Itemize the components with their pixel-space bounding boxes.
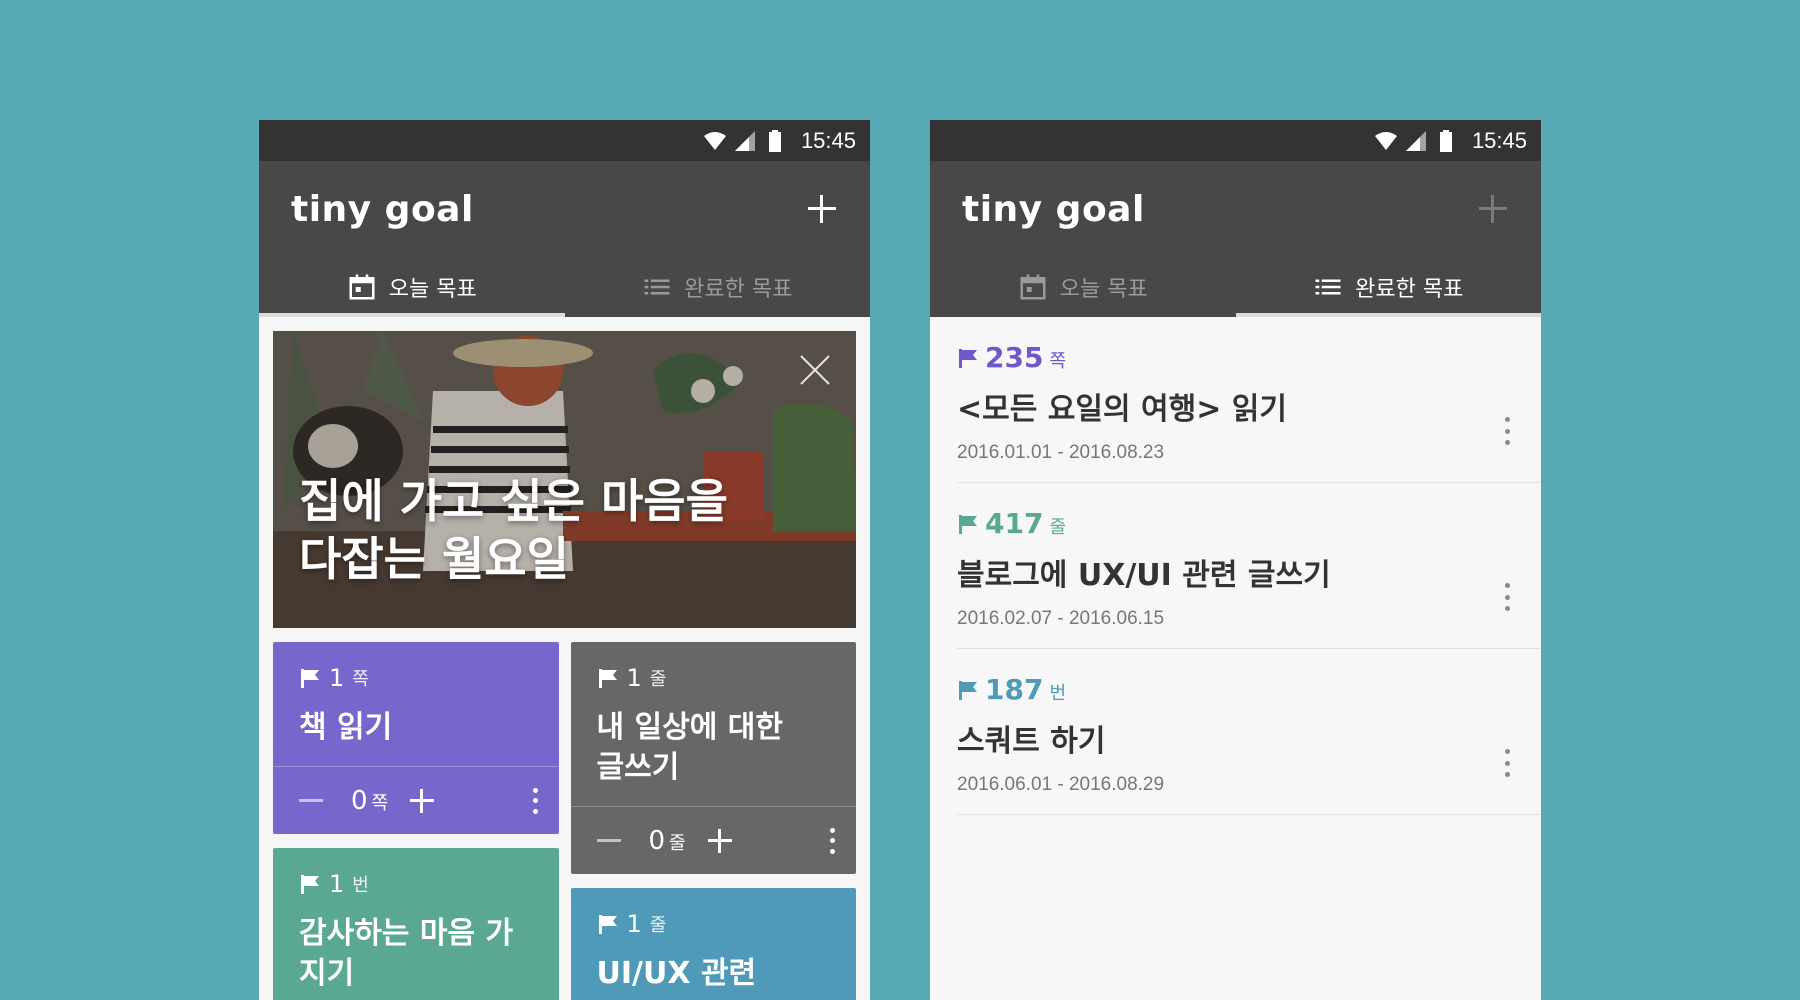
list-item[interactable]: 417 줄 블로그에 UX/UI 관련 글쓰기 2016.02.07 - 201… xyxy=(957,483,1541,649)
status-time: 15:45 xyxy=(800,127,856,153)
more-options-icon[interactable] xyxy=(1505,583,1511,611)
flag-icon xyxy=(598,669,617,688)
app-title: tiny goal xyxy=(291,188,474,230)
daily-quote-text: 집에 가고 싶은 마음을 다잡는 월요일 xyxy=(299,474,728,586)
goal-target: 1 번 xyxy=(299,870,533,898)
wifi-icon xyxy=(703,131,726,150)
more-options-icon[interactable] xyxy=(532,787,539,814)
flag-icon xyxy=(301,669,319,688)
tab-completed-goals[interactable]: 완료한 목표 xyxy=(565,257,871,317)
goal-target: 417 줄 xyxy=(957,507,1541,540)
goal-column: 1 줄 내 일상에 대한 글쓰기 0 줄 1 줄 UI/UX 관련 xyxy=(570,642,856,1000)
increment-button[interactable] xyxy=(707,828,732,853)
list-icon xyxy=(1315,279,1341,295)
goal-title: UI/UX 관련 xyxy=(596,956,757,991)
tab-today-goals[interactable]: 오늘 목표 xyxy=(930,257,1236,317)
app-bar: tiny goal xyxy=(930,161,1541,257)
tab-completed-goals[interactable]: 완료한 목표 xyxy=(1235,257,1542,317)
completed-goals-list: 235 쪽 <모든 요일의 여행> 읽기 2016.01.01 - 2016.0… xyxy=(930,317,1541,1000)
goal-date-range: 2016.02.07 - 2016.06.15 xyxy=(957,608,1165,629)
calendar-icon xyxy=(1020,274,1046,300)
goal-target: 235 쪽 xyxy=(957,341,1541,374)
status-time: 15:45 xyxy=(1471,127,1527,153)
flag-icon xyxy=(301,875,319,894)
battery-icon xyxy=(1439,129,1452,152)
battery-icon xyxy=(768,129,781,152)
goal-counter: 0 쪽 xyxy=(273,766,559,834)
goal-date-range: 2016.01.01 - 2016.08.23 xyxy=(957,442,1165,463)
increment-button[interactable] xyxy=(410,788,435,813)
goal-title: 블로그에 UX/UI 관련 글쓰기 xyxy=(957,558,1331,593)
phone-completed-screen: 15:45 tiny goal 오늘 목표 완료한 목표 235 쪽 <모든 요… xyxy=(930,120,1541,1000)
goal-card[interactable]: 1 번 감사하는 마음 가지기 xyxy=(273,848,559,1000)
daily-quote-banner: 집에 가고 싶은 마음을 다잡는 월요일 xyxy=(273,331,856,628)
decrement-button[interactable] xyxy=(596,839,621,842)
status-bar: 15:45 xyxy=(930,120,1541,161)
tab-label: 오늘 목표 xyxy=(388,277,477,302)
list-item[interactable]: 187 번 스쿼트 하기 2016.06.01 - 2016.08.29 xyxy=(957,649,1541,815)
goal-target: 1 줄 xyxy=(597,664,831,692)
goal-title: 책 읽기 xyxy=(299,710,393,745)
phone-today-screen: 15:45 tiny goal 오늘 목표 완료한 목표 집에 가고 싶은 마음… xyxy=(259,120,870,1000)
goal-count: 0 줄 xyxy=(648,825,686,856)
signal-icon xyxy=(734,130,755,151)
goal-title: 스쿼트 하기 xyxy=(957,724,1106,759)
more-options-icon[interactable] xyxy=(1505,417,1511,445)
goal-count: 0 쪽 xyxy=(351,785,389,816)
tab-label: 완료한 목표 xyxy=(684,277,793,302)
tab-bar: 오늘 목표 완료한 목표 xyxy=(930,257,1541,317)
goal-column: 1 쪽 책 읽기 0 쪽 1 번 감사하는 마음 가지기 xyxy=(273,642,559,1000)
tab-label: 오늘 목표 xyxy=(1059,277,1148,302)
signal-icon xyxy=(1405,130,1426,151)
today-goals-panel: 집에 가고 싶은 마음을 다잡는 월요일 1 쪽 책 읽기 0 쪽 1 번 감사… xyxy=(259,317,870,1000)
goal-title: 감사하는 마음 가지기 xyxy=(299,916,514,991)
list-icon xyxy=(644,279,670,295)
goal-card[interactable]: 1 줄 UI/UX 관련 xyxy=(570,888,856,1000)
add-goal-button[interactable] xyxy=(806,193,838,225)
flag-icon xyxy=(959,348,977,368)
status-bar: 15:45 xyxy=(259,120,870,161)
app-title: tiny goal xyxy=(962,188,1145,230)
decrement-button[interactable] xyxy=(299,799,323,802)
goal-target: 1 쪽 xyxy=(299,664,533,692)
goal-cards: 1 쪽 책 읽기 0 쪽 1 번 감사하는 마음 가지기 1 줄 내 일상에 대… xyxy=(273,642,856,1000)
goal-title: <모든 요일의 여행> 읽기 xyxy=(957,392,1288,427)
tab-today-goals[interactable]: 오늘 목표 xyxy=(259,257,565,317)
add-goal-button[interactable] xyxy=(1477,193,1509,225)
tab-label: 완료한 목표 xyxy=(1355,277,1464,302)
close-icon[interactable] xyxy=(798,353,832,387)
calendar-icon xyxy=(349,274,375,300)
goal-target: 1 줄 xyxy=(597,910,831,938)
more-options-icon[interactable] xyxy=(830,827,836,854)
list-item[interactable]: 235 쪽 <모든 요일의 여행> 읽기 2016.01.01 - 2016.0… xyxy=(957,317,1541,483)
app-bar: tiny goal xyxy=(259,161,870,257)
goal-card[interactable]: 1 쪽 책 읽기 0 쪽 xyxy=(273,642,559,834)
more-options-icon[interactable] xyxy=(1505,749,1511,777)
flag-icon xyxy=(598,915,617,934)
goal-target: 187 번 xyxy=(957,673,1541,706)
goal-counter: 0 줄 xyxy=(570,806,856,874)
flag-icon xyxy=(959,680,977,700)
wifi-icon xyxy=(1374,131,1397,150)
goal-card[interactable]: 1 줄 내 일상에 대한 글쓰기 0 줄 xyxy=(570,642,856,874)
goal-date-range: 2016.06.01 - 2016.08.29 xyxy=(957,774,1165,795)
flag-icon xyxy=(959,514,977,534)
goal-title: 내 일상에 대한 글쓰기 xyxy=(596,710,784,785)
tab-bar: 오늘 목표 완료한 목표 xyxy=(259,257,870,317)
